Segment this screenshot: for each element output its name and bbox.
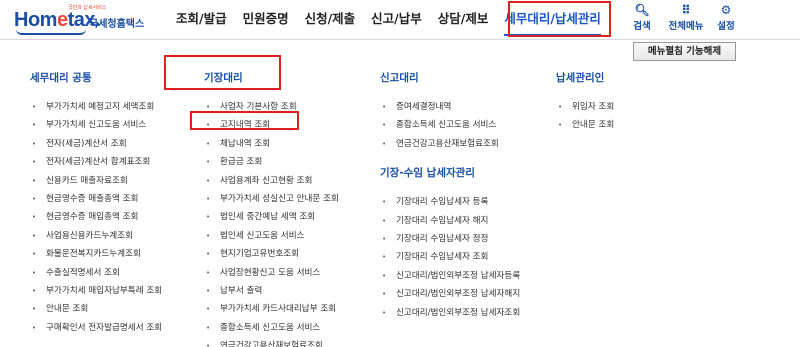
menu-link[interactable]: 기장대리 수임납세자 등록 [380, 193, 520, 211]
menu-link[interactable]: 부가가치세 매입자납부특례 조회 [30, 282, 162, 300]
menu-link[interactable]: 증여세결정내역 [380, 98, 520, 116]
menu-link[interactable]: 현지기업고유번호조회 [204, 245, 339, 263]
top-header: 국민과 납세서비스 Hometax. 국세청홈택스 조회/발급 민원증명 신청/… [0, 0, 800, 40]
menu-link[interactable]: 부가가치세 신고도움 서비스 [30, 116, 162, 134]
menu-link[interactable]: 전자(세금)계산서 합계표조회 [30, 153, 162, 171]
menu-link[interactable]: 신고대리/법인외부조정 납세자해지 [380, 285, 520, 303]
nav-inquiry-issue[interactable]: 조회/발급 [168, 0, 235, 40]
highlight-box-menu-item [190, 111, 299, 130]
search-button[interactable]: 🔍︎ 검색 [626, 2, 658, 32]
highlight-box-nav [508, 1, 611, 37]
logo-agency-name: 국세청홈택스 [89, 19, 145, 30]
all-menu-button[interactable]: ⠿ 전체메뉴 [666, 2, 706, 32]
menu-link[interactable]: 위임자 조회 [556, 98, 614, 116]
menu-link[interactable]: 안내문 조회 [556, 116, 614, 134]
menu-link[interactable]: 법인세 신고도움 서비스 [204, 227, 339, 245]
menu-link[interactable]: 전자(세금)계산서 조회 [30, 135, 162, 153]
search-icon: 🔍︎ [634, 3, 650, 17]
menu-link[interactable]: 납부서 출력 [204, 282, 339, 300]
menu-link[interactable]: 종합소득세 신고도움 서비스 [204, 319, 339, 337]
menu-link[interactable]: 현금영수증 매출총액 조회 [30, 190, 162, 208]
menu-link[interactable]: 신용카드 매출자료조회 [30, 172, 162, 190]
menu-link[interactable]: 현금영수증 매입총액 조회 [30, 208, 162, 226]
column-filing: 신고대리 증여세결정내역 종합소득세 신고도움 서비스 연금건강고용산재보험료조… [380, 70, 520, 322]
menu-link[interactable]: 부가가치세 예정고지 세액조회 [30, 98, 162, 116]
menu-link[interactable]: 연금건강고용산재보험료조회 [380, 135, 520, 153]
nav-apply-submit[interactable]: 신청/제출 [297, 0, 364, 40]
menu-link[interactable]: 사업용신용카드누계조회 [30, 227, 162, 245]
menu-link[interactable]: 법인세 중간예납 세액 조회 [204, 208, 339, 226]
settings-button[interactable]: ⚙ 설정 [710, 2, 742, 32]
column-title: 납세관리인 [556, 72, 605, 84]
column-title: 세무대리 공통 [30, 72, 92, 84]
menu-link[interactable]: 부가가치세 성실신고 안내문 조회 [204, 190, 339, 208]
menu-link[interactable]: 사업용계좌 신고현황 조회 [204, 172, 339, 190]
menu-link[interactable]: 구매확인서 전자발급명세서 조회 [30, 319, 162, 337]
menu-link[interactable]: 신고대리/법인외부조정 납세자조회 [380, 304, 520, 322]
gear-icon: ⚙ [720, 3, 732, 17]
column-common: 세무대리 공통 부가가치세 예정고지 세액조회 부가가치세 신고도움 서비스 전… [30, 70, 162, 337]
hometax-logo[interactable]: 국민과 납세서비스 Hometax. 국세청홈택스 [14, 4, 154, 36]
menu-link[interactable]: 기장대리 수임납세자 정정 [380, 230, 520, 248]
column-subtitle: 기장-수임 납세자관리 [380, 167, 475, 180]
menu-link[interactable]: 환급금 조회 [204, 153, 339, 171]
nav-consult-report[interactable]: 상담/제보 [430, 0, 497, 40]
column-taxpayer-manager: 납세관리인 위임자 조회 안내문 조회 [556, 70, 614, 135]
menu-expand-toggle-button[interactable]: 메뉴펼침 기능해제 [633, 42, 736, 61]
menu-link[interactable]: 부가가치세 카드사대리납부 조회 [204, 300, 339, 318]
menu-link[interactable]: 수출실적명세서 조회 [30, 264, 162, 282]
logo-swoosh [16, 29, 86, 35]
menu-link[interactable]: 사업장현황신고 도움 서비스 [204, 264, 339, 282]
nav-report-pay[interactable]: 신고/납부 [363, 0, 430, 40]
menu-link[interactable]: 기장대리 수임납세자 조회 [380, 248, 520, 266]
menu-link[interactable]: 체납내역 조회 [204, 135, 339, 153]
grid-menu-icon: ⠿ [681, 3, 691, 17]
highlight-box-column-title [164, 55, 281, 90]
column-title: 신고대리 [380, 72, 419, 84]
menu-link[interactable]: 연금건강고용산재보험료조회 [204, 337, 339, 347]
menu-link[interactable]: 안내문 조회 [30, 300, 162, 318]
menu-link[interactable]: 종합소득세 신고도움 서비스 [380, 116, 520, 134]
nav-civil-certificate[interactable]: 민원증명 [235, 0, 297, 40]
menu-link[interactable]: 화물운전복지카드누계조회 [30, 245, 162, 263]
menu-link[interactable]: 신고대리/법인외부조정 납세자등록 [380, 267, 520, 285]
menu-link[interactable]: 기장대리 수임납세자 해지 [380, 212, 520, 230]
